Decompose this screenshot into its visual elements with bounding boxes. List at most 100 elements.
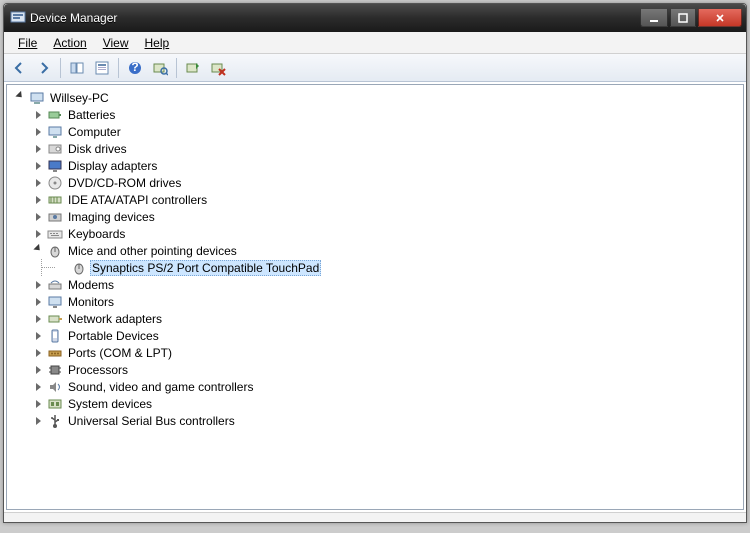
tree-node-label: Ports (COM & LPT) bbox=[66, 346, 174, 360]
expand-collapse-icon[interactable] bbox=[35, 246, 44, 255]
sound-icon bbox=[47, 379, 63, 395]
optical-icon bbox=[47, 175, 63, 191]
titlebar[interactable]: Device Manager bbox=[4, 4, 746, 32]
tree-node[interactable]: Sound, video and game controllers bbox=[35, 378, 737, 395]
tree-node[interactable]: Universal Serial Bus controllers bbox=[35, 412, 737, 429]
tree-node-label: Synaptics PS/2 Port Compatible TouchPad bbox=[90, 260, 321, 276]
tree-node-label: Sound, video and game controllers bbox=[66, 380, 255, 394]
help-button[interactable]: ? bbox=[124, 57, 146, 79]
expand-collapse-icon[interactable] bbox=[17, 93, 26, 102]
expand-collapse-icon[interactable] bbox=[35, 416, 44, 425]
tree-node-label: Display adapters bbox=[66, 159, 159, 173]
expand-collapse-icon[interactable] bbox=[35, 365, 44, 374]
battery-icon bbox=[47, 107, 63, 123]
tree-node-label: Monitors bbox=[66, 295, 116, 309]
tree-node[interactable]: Disk drives bbox=[35, 140, 737, 157]
device-tree-pane[interactable]: Willsey-PC Batteries Computer Disk drives Di… bbox=[6, 84, 744, 510]
tree-node-label: Disk drives bbox=[66, 142, 129, 156]
tree-node[interactable]: Processors bbox=[35, 361, 737, 378]
tree-node[interactable]: Synaptics PS/2 Port Compatible TouchPad bbox=[59, 259, 737, 276]
tree-node[interactable]: Portable Devices bbox=[35, 327, 737, 344]
back-button[interactable] bbox=[8, 57, 30, 79]
tree-node[interactable]: DVD/CD-ROM drives bbox=[35, 174, 737, 191]
svg-text:?: ? bbox=[131, 60, 138, 74]
tree-node[interactable]: Keyboards bbox=[35, 225, 737, 242]
app-icon bbox=[10, 10, 26, 26]
minimize-button[interactable] bbox=[640, 9, 668, 27]
tree-node[interactable]: Ports (COM & LPT) bbox=[35, 344, 737, 361]
expand-collapse-icon[interactable] bbox=[35, 229, 44, 238]
properties-button[interactable] bbox=[91, 57, 113, 79]
menu-action[interactable]: Action bbox=[45, 34, 94, 52]
tree-node[interactable]: Imaging devices bbox=[35, 208, 737, 225]
expand-collapse-icon[interactable] bbox=[35, 314, 44, 323]
tree-node-label: DVD/CD-ROM drives bbox=[66, 176, 183, 190]
imaging-icon bbox=[47, 209, 63, 225]
expand-collapse-icon[interactable] bbox=[35, 280, 44, 289]
system-icon bbox=[47, 396, 63, 412]
usb-icon bbox=[47, 413, 63, 429]
menu-view[interactable]: View bbox=[95, 34, 137, 52]
menu-help[interactable]: Help bbox=[137, 34, 178, 52]
maximize-button[interactable] bbox=[670, 9, 696, 27]
tree-leaf-spacer bbox=[59, 263, 68, 272]
expand-collapse-icon[interactable] bbox=[35, 195, 44, 204]
expand-collapse-icon[interactable] bbox=[35, 161, 44, 170]
keyboard-icon bbox=[47, 226, 63, 242]
tree-node-label: Processors bbox=[66, 363, 130, 377]
tree-node[interactable]: Computer bbox=[35, 123, 737, 140]
tree-node-label: Imaging devices bbox=[66, 210, 157, 224]
tree-node-label: Mice and other pointing devices bbox=[66, 244, 239, 258]
computer-icon bbox=[29, 90, 45, 106]
computer-icon bbox=[47, 124, 63, 140]
toolbar-separator bbox=[176, 58, 177, 78]
expand-collapse-icon[interactable] bbox=[35, 331, 44, 340]
show-hide-console-tree-button[interactable] bbox=[66, 57, 88, 79]
tree-node[interactable]: Monitors bbox=[35, 293, 737, 310]
expand-collapse-icon[interactable] bbox=[35, 297, 44, 306]
tree-node[interactable]: IDE ATA/ATAPI controllers bbox=[35, 191, 737, 208]
expand-collapse-icon[interactable] bbox=[35, 178, 44, 187]
expand-collapse-icon[interactable] bbox=[35, 382, 44, 391]
cpu-icon bbox=[47, 362, 63, 378]
mouse-icon bbox=[71, 260, 87, 276]
tree-node-label: Network adapters bbox=[66, 312, 164, 326]
expand-collapse-icon[interactable] bbox=[35, 212, 44, 221]
close-button[interactable] bbox=[698, 9, 742, 27]
toolbar-separator bbox=[60, 58, 61, 78]
window-controls bbox=[640, 9, 742, 27]
expand-collapse-icon[interactable] bbox=[35, 110, 44, 119]
expand-collapse-icon[interactable] bbox=[35, 144, 44, 153]
modem-icon bbox=[47, 277, 63, 293]
toolbar: ? bbox=[4, 54, 746, 82]
tree-node-label: Batteries bbox=[66, 108, 117, 122]
portable-icon bbox=[47, 328, 63, 344]
tree-node[interactable]: Modems bbox=[35, 276, 737, 293]
update-driver-button[interactable] bbox=[182, 57, 204, 79]
monitor-icon bbox=[47, 294, 63, 310]
port-icon bbox=[47, 345, 63, 361]
tree-node-label: Computer bbox=[66, 125, 123, 139]
mouse-icon bbox=[47, 243, 63, 259]
tree-node-label: System devices bbox=[66, 397, 154, 411]
tree-node[interactable]: Batteries bbox=[35, 106, 737, 123]
expand-collapse-icon[interactable] bbox=[35, 348, 44, 357]
window-title: Device Manager bbox=[30, 11, 117, 25]
expand-collapse-icon[interactable] bbox=[35, 399, 44, 408]
tree-node-label: IDE ATA/ATAPI controllers bbox=[66, 193, 209, 207]
toolbar-separator bbox=[118, 58, 119, 78]
tree-node-label: Universal Serial Bus controllers bbox=[66, 414, 237, 428]
device-manager-window: Device Manager File Action View Help ? W… bbox=[3, 3, 747, 523]
expand-collapse-icon[interactable] bbox=[35, 127, 44, 136]
tree-node-label: Willsey-PC bbox=[48, 91, 111, 105]
tree-node[interactable]: Network adapters bbox=[35, 310, 737, 327]
tree-node[interactable]: System devices bbox=[35, 395, 737, 412]
forward-button[interactable] bbox=[33, 57, 55, 79]
tree-node[interactable]: Mice and other pointing devices bbox=[35, 242, 737, 259]
menu-file[interactable]: File bbox=[10, 34, 45, 52]
tree-node[interactable]: Display adapters bbox=[35, 157, 737, 174]
tree-root-node[interactable]: Willsey-PC bbox=[17, 89, 737, 106]
ide-icon bbox=[47, 192, 63, 208]
uninstall-button[interactable] bbox=[207, 57, 229, 79]
scan-hardware-button[interactable] bbox=[149, 57, 171, 79]
